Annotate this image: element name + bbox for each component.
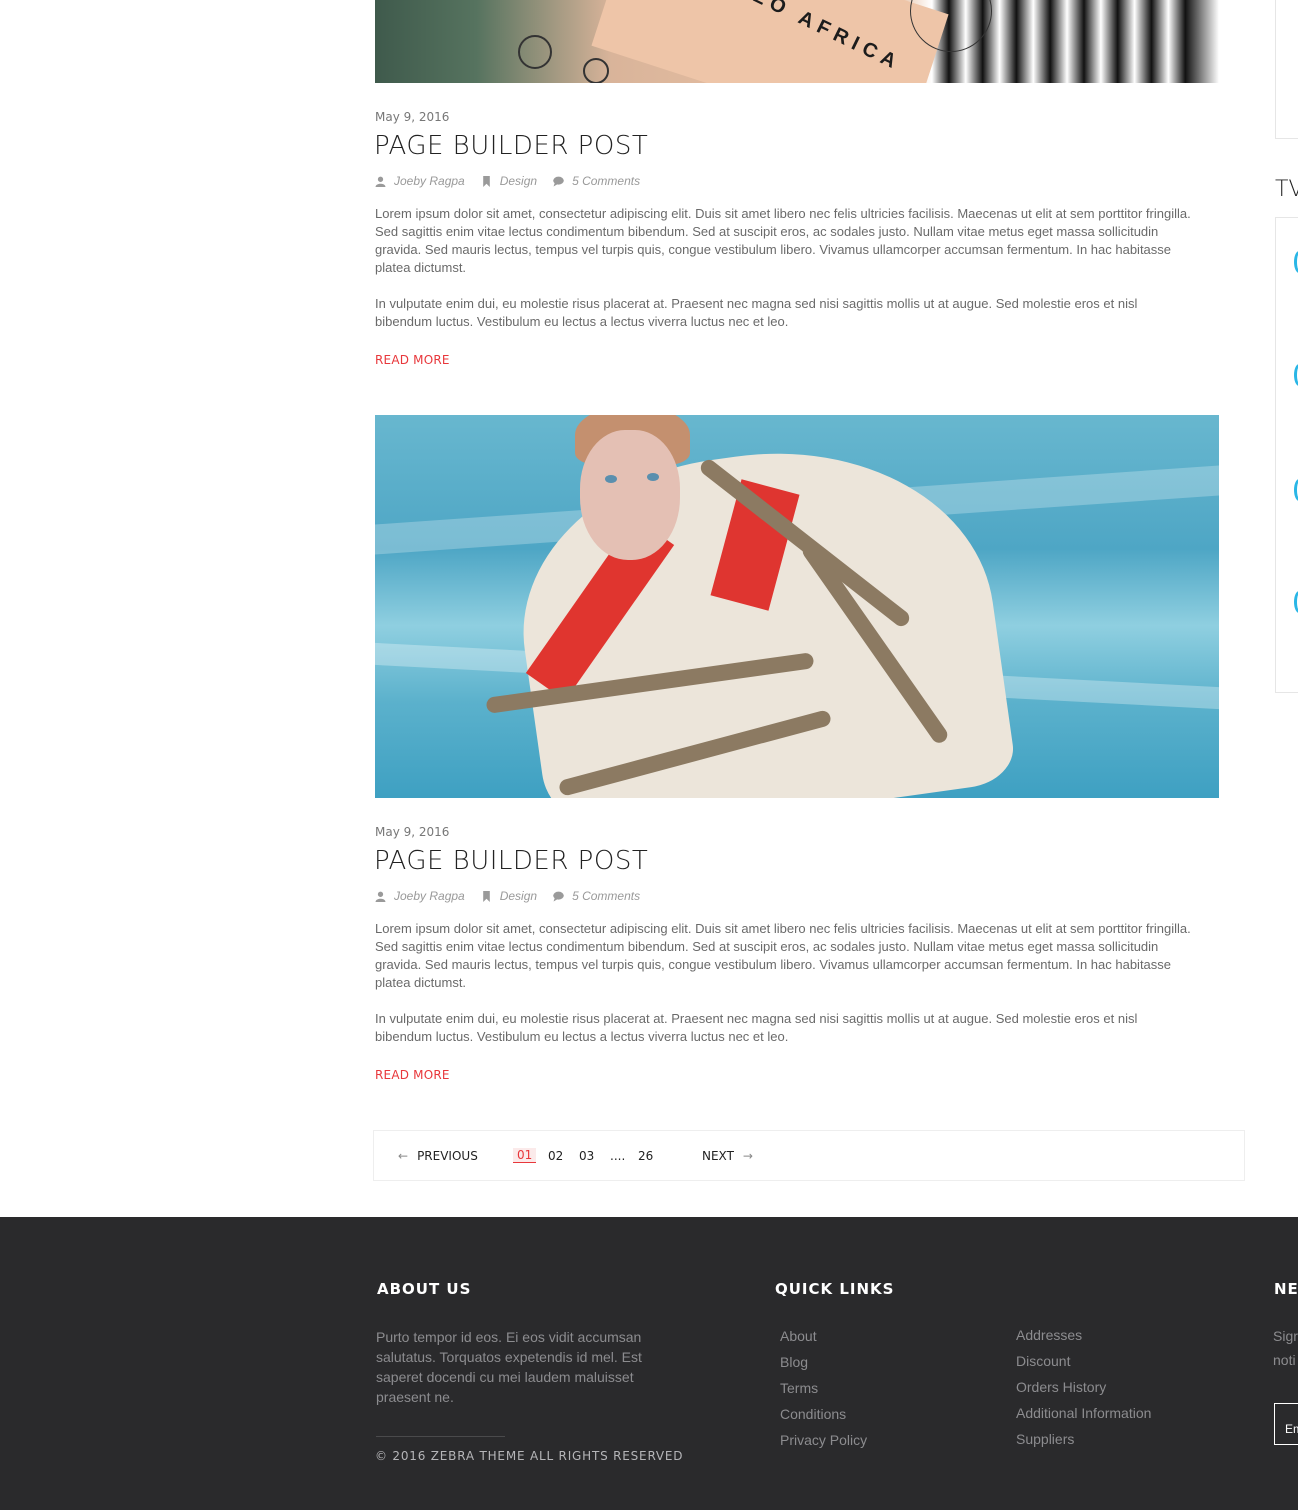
comment-icon	[553, 891, 564, 901]
page-link[interactable]: 02	[548, 1149, 563, 1163]
stamp-icon	[518, 35, 552, 69]
post-title[interactable]: PAGE BUILDER POST	[374, 131, 648, 161]
footer-link-orders-history[interactable]: Orders History	[1016, 1379, 1151, 1405]
post-excerpt: Lorem ipsum dolor sit amet, consectetur …	[375, 206, 1191, 275]
bookmark-icon	[482, 175, 490, 187]
sidebar-widget	[1275, 0, 1298, 139]
comments-count: 5 Comments	[572, 174, 641, 188]
email-placeholder: Em	[1285, 1422, 1298, 1436]
stamp-icon	[583, 58, 609, 83]
category-name: Design	[499, 889, 538, 903]
post-date: May 9, 2016	[375, 110, 450, 124]
read-more-link[interactable]: READ MORE	[375, 353, 450, 367]
newsletter-text-line: noti	[1273, 1352, 1296, 1368]
copyright: © 2016 ZEBRA THEME ALL RIGHTS RESERVED	[375, 1449, 684, 1463]
bookmark-icon	[482, 890, 490, 902]
footer-quick-links-heading: QUICK LINKS	[775, 1280, 895, 1298]
footer-link-terms[interactable]: Terms	[780, 1380, 867, 1406]
post-comments[interactable]: 5 Comments	[553, 889, 640, 903]
user-icon	[375, 176, 386, 187]
footer-link-discount[interactable]: Discount	[1016, 1353, 1151, 1379]
twitter-icon[interactable]	[1294, 479, 1298, 501]
next-label: NEXT	[702, 1148, 734, 1163]
footer-link-additional-information[interactable]: Additional Information	[1016, 1405, 1151, 1431]
page-ellipsis: ....	[610, 1148, 626, 1163]
footer-about-heading: ABOUT US	[377, 1280, 472, 1298]
footer-link-blog[interactable]: Blog	[780, 1354, 867, 1380]
author-name: Joeby Ragpa	[394, 889, 465, 903]
footer-link-suppliers[interactable]: Suppliers	[1016, 1431, 1151, 1457]
previous-button[interactable]: ← PREVIOUS	[398, 1149, 478, 1163]
read-more-link[interactable]: READ MORE	[375, 1068, 450, 1082]
footer-link-conditions[interactable]: Conditions	[780, 1406, 867, 1432]
post-category[interactable]: Design	[481, 889, 537, 903]
post-image-2[interactable]	[375, 415, 1219, 798]
post-date: May 9, 2016	[375, 825, 450, 839]
page-link[interactable]: 03	[579, 1149, 594, 1163]
comment-icon	[553, 176, 564, 186]
post-excerpt: In vulputate enim dui, eu molestie risus…	[375, 1011, 1138, 1044]
footer-newsletter-heading: NEV	[1274, 1280, 1298, 1298]
twitter-icon[interactable]	[1294, 251, 1298, 273]
author-name: Joeby Ragpa	[394, 174, 465, 188]
post-title[interactable]: PAGE BUILDER POST	[374, 846, 648, 876]
sidebar-widget-twitter	[1275, 217, 1298, 693]
post-meta: Joeby Ragpa Design 5 Comments	[375, 889, 650, 903]
post-excerpt: Lorem ipsum dolor sit amet, consectetur …	[375, 921, 1191, 990]
newsletter-email-input[interactable]: Em	[1274, 1403, 1298, 1445]
post-excerpt: In vulputate enim dui, eu molestie risus…	[375, 296, 1138, 329]
page-link[interactable]: 26	[638, 1149, 653, 1163]
previous-label: PREVIOUS	[417, 1148, 478, 1163]
footer-divider	[376, 1436, 505, 1437]
package-label: LLO AFRICA	[733, 0, 905, 76]
twitter-icon[interactable]	[1294, 591, 1298, 613]
category-name: Design	[499, 174, 538, 188]
post-image-1[interactable]: LLO AFRICA	[375, 0, 1219, 83]
arrow-left-icon: ←	[398, 1148, 409, 1163]
page-link-active[interactable]: 01	[513, 1148, 537, 1163]
arrow-right-icon: →	[742, 1148, 753, 1163]
footer-about-text: Purto tempor id eos. Ei eos vidit accums…	[376, 1329, 642, 1405]
footer-link-about[interactable]: About	[780, 1328, 867, 1354]
post-author[interactable]: Joeby Ragpa	[375, 889, 465, 903]
post-meta: Joeby Ragpa Design 5 Comments	[375, 174, 650, 188]
footer-link-privacy-policy[interactable]: Privacy Policy	[780, 1432, 867, 1458]
twitter-icon[interactable]	[1294, 364, 1298, 386]
post-category[interactable]: Design	[481, 174, 537, 188]
comments-count: 5 Comments	[572, 889, 641, 903]
user-icon	[375, 891, 386, 902]
newsletter-text-line: Sigr	[1273, 1328, 1298, 1344]
newsletter-text: Sigr noti	[1273, 1326, 1298, 1370]
next-button[interactable]: NEXT →	[702, 1149, 753, 1163]
post-author[interactable]: Joeby Ragpa	[375, 174, 465, 188]
footer-link-addresses[interactable]: Addresses	[1016, 1327, 1151, 1353]
quick-links-col-1: About Blog Terms Conditions Privacy Poli…	[780, 1328, 867, 1458]
pagination: ← PREVIOUS 01 02 03 .... 26 NEXT →	[373, 1130, 1245, 1181]
post-comments[interactable]: 5 Comments	[553, 174, 640, 188]
sidebar-widget-title: TV	[1275, 177, 1298, 202]
quick-links-col-2: Addresses Discount Orders History Additi…	[1016, 1327, 1151, 1457]
